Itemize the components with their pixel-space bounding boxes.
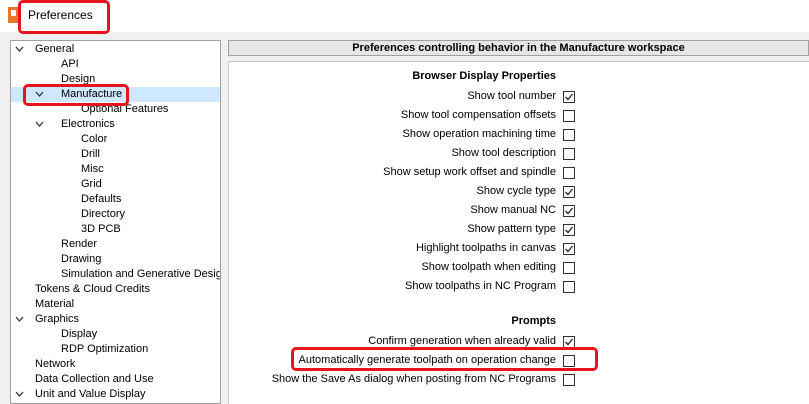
- tree-item[interactable]: Misc: [11, 162, 220, 177]
- tree-item-label: Unit and Value Display: [35, 388, 146, 400]
- option-checkbox[interactable]: [563, 148, 575, 160]
- tree-item[interactable]: Defaults: [11, 192, 220, 207]
- option-checkbox[interactable]: [563, 186, 575, 198]
- tree-item-label: Display: [61, 328, 98, 340]
- option-checkbox[interactable]: [563, 129, 575, 141]
- tree-item[interactable]: API: [11, 57, 220, 72]
- checkmark-icon: [565, 245, 574, 253]
- option-checkbox[interactable]: [563, 205, 575, 217]
- option-checkbox[interactable]: [563, 374, 575, 386]
- option-label: Show cycle type: [476, 185, 556, 197]
- tree-item-label: Network: [35, 358, 76, 370]
- panel-header: Preferences controlling behavior in the …: [228, 40, 809, 56]
- tree-item-label: Material: [35, 298, 75, 310]
- tree-item[interactable]: Display: [11, 327, 220, 342]
- tree-item-label: Graphics: [35, 313, 80, 325]
- tree-item-label: RDP Optimization: [61, 343, 149, 355]
- tree-item[interactable]: Graphics: [11, 312, 220, 327]
- fusion-app-icon: [8, 7, 19, 23]
- option-checkbox[interactable]: [563, 336, 575, 348]
- option-label: Show operation machining time: [402, 128, 556, 140]
- tree-item-label: Defaults: [81, 193, 122, 205]
- tree-item-label: Color: [81, 133, 108, 145]
- option-checkbox[interactable]: [563, 167, 575, 179]
- tree-item[interactable]: Tokens & Cloud Credits: [11, 282, 220, 297]
- tree-item-label: Manufacture: [61, 88, 123, 100]
- tree-item[interactable]: Electronics: [11, 117, 220, 132]
- tree-item-label: Directory: [81, 208, 126, 220]
- checkmark-icon: [565, 188, 574, 196]
- checkmark-icon: [565, 93, 574, 101]
- option-label: Show tool number: [467, 90, 556, 102]
- option-label: Show the Save As dialog when posting fro…: [271, 373, 556, 385]
- option-label: Show toolpath when editing: [421, 261, 556, 273]
- tree-item-label: Tokens & Cloud Credits: [35, 283, 150, 295]
- tree-item-label: General: [35, 43, 75, 55]
- tree-item-label: Electronics: [61, 118, 115, 130]
- option-label: Show tool description: [451, 147, 556, 159]
- option-label: Show setup work offset and spindle: [383, 166, 556, 178]
- tree-item-label: Render: [61, 238, 98, 250]
- chevron-down-icon[interactable]: [35, 121, 44, 128]
- checkmark-icon: [565, 226, 574, 234]
- option-label: Show manual NC: [470, 204, 556, 216]
- tree-item[interactable]: General: [11, 42, 220, 57]
- title-bar: Preferences: [0, 0, 809, 32]
- option-label: Show toolpaths in NC Program: [404, 280, 556, 292]
- chevron-down-icon[interactable]: [15, 316, 24, 323]
- option-checkbox[interactable]: [563, 224, 575, 236]
- options-panel: Browser Display Properties Show tool numb…: [228, 61, 809, 404]
- tree-item-label: Data Collection and Use: [35, 373, 154, 385]
- tree-item[interactable]: RDP Optimization: [11, 342, 220, 357]
- chevron-down-icon[interactable]: [15, 46, 24, 53]
- tree-item[interactable]: Unit and Value Display: [11, 387, 220, 402]
- chevron-down-icon[interactable]: [15, 391, 24, 398]
- tree-item[interactable]: Design: [11, 72, 220, 87]
- section-title: Browser Display Properties: [412, 70, 556, 82]
- tree-item-label: Grid: [81, 178, 102, 190]
- option-checkbox[interactable]: [563, 91, 575, 103]
- tree-item-label: Misc: [81, 163, 104, 175]
- option-checkbox[interactable]: [563, 355, 575, 367]
- option-label: Automatically generate toolpath on opera…: [298, 354, 556, 366]
- option-checkbox[interactable]: [563, 281, 575, 293]
- chevron-down-icon[interactable]: [35, 91, 44, 98]
- tree-item-label: Optional Features: [81, 103, 169, 115]
- tree-item[interactable]: Material: [11, 297, 220, 312]
- tree-item[interactable]: Drawing: [11, 252, 220, 267]
- tree-item[interactable]: Directory: [11, 207, 220, 222]
- tree-item[interactable]: Grid: [11, 177, 220, 192]
- tree-item-label: Design: [61, 73, 96, 85]
- tree-item[interactable]: Drill: [11, 147, 220, 162]
- tree-item[interactable]: Optional Features: [11, 102, 220, 117]
- option-checkbox[interactable]: [563, 243, 575, 255]
- option-label: Show tool compensation offsets: [400, 109, 556, 121]
- preferences-tree[interactable]: General API Design Manufacture Optional Feat…: [10, 40, 221, 404]
- tree-item-label: Simulation and Generative Design: [61, 268, 221, 280]
- tree-item[interactable]: Render: [11, 237, 220, 252]
- tree-item[interactable]: Simulation and Generative Design: [11, 267, 220, 282]
- option-checkbox[interactable]: [563, 110, 575, 122]
- tree-item-label: Drawing: [61, 253, 102, 265]
- tree-item[interactable]: Manufacture: [11, 87, 220, 102]
- tree-item[interactable]: Network: [11, 357, 220, 372]
- checkmark-icon: [565, 207, 574, 215]
- option-label: Confirm generation when already valid: [368, 335, 556, 347]
- tree-item-label: 3D PCB: [81, 223, 121, 235]
- tree-item[interactable]: Color: [11, 132, 220, 147]
- option-label: Show pattern type: [467, 223, 556, 235]
- tree-item-label: API: [61, 58, 79, 70]
- option-checkbox[interactable]: [563, 262, 575, 274]
- tree-item[interactable]: 3D PCB: [11, 222, 220, 237]
- option-label: Highlight toolpaths in canvas: [415, 242, 556, 254]
- section-title: Prompts: [511, 315, 556, 327]
- checkmark-icon: [565, 338, 574, 346]
- tree-item[interactable]: Data Collection and Use: [11, 372, 220, 387]
- window-title: Preferences: [28, 8, 93, 22]
- tree-item-label: Drill: [81, 148, 100, 160]
